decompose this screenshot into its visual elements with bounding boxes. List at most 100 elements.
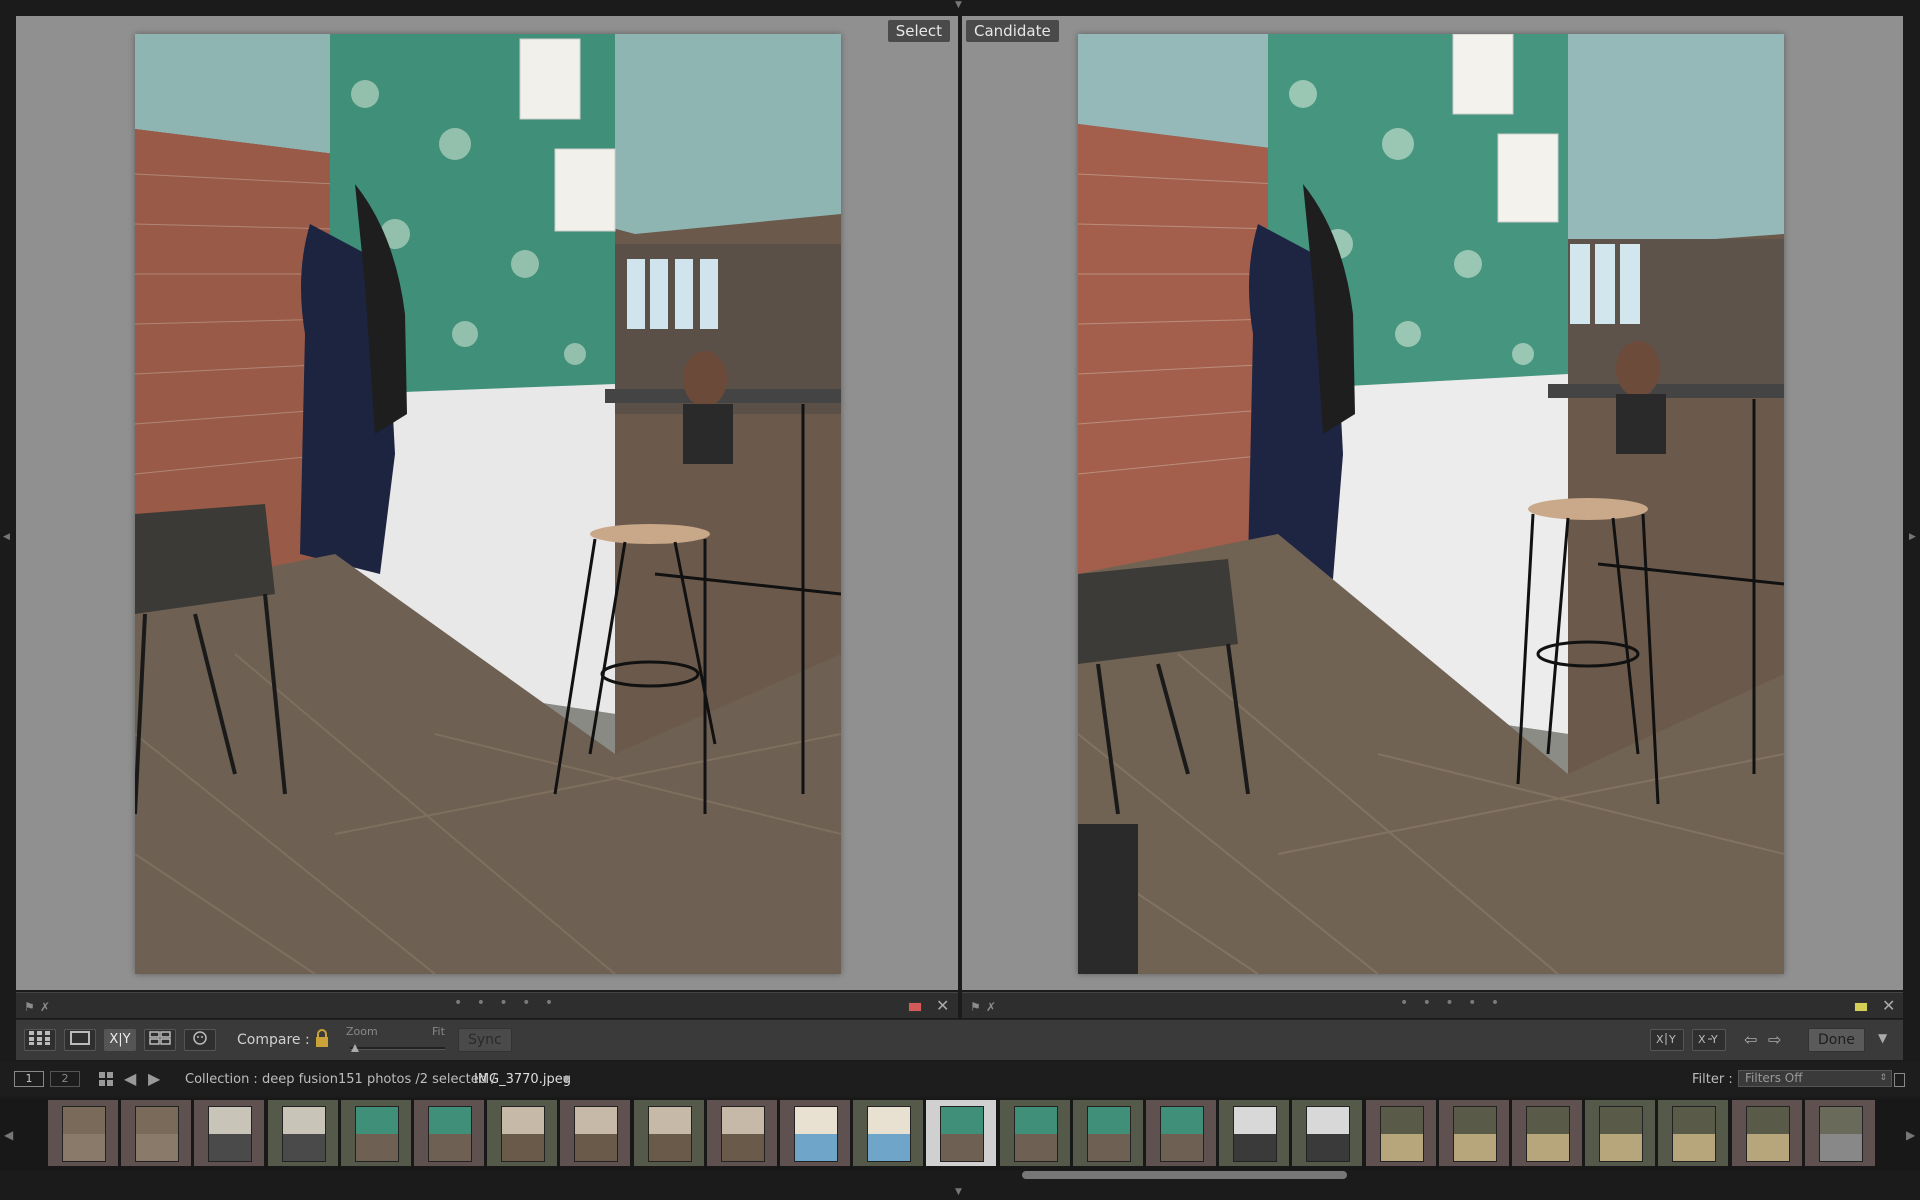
loupe-view-icon[interactable] <box>64 1029 96 1051</box>
filmstrip-thumbnail[interactable] <box>121 1100 192 1166</box>
filmstrip-thumbnail[interactable] <box>1219 1100 1290 1166</box>
thumbnail-image <box>867 1106 912 1162</box>
select-photo[interactable] <box>135 34 841 974</box>
filmstrip-thumbnail[interactable] <box>560 1100 631 1166</box>
bottom-panel-toggle-icon[interactable]: ▼ <box>955 1187 962 1197</box>
filmstrip-left-arrow-icon[interactable]: ◀ <box>4 1128 13 1142</box>
zoom-slider-track[interactable] <box>350 1047 445 1050</box>
thumbnail-image <box>1013 1106 1058 1162</box>
filmstrip-thumbnail[interactable] <box>414 1100 484 1166</box>
thumbnail-image <box>1233 1106 1278 1162</box>
thumbnail-image <box>1086 1106 1131 1162</box>
reject-flag-icon[interactable]: ✗ <box>40 1000 50 1014</box>
thumbnail-image <box>1672 1106 1717 1162</box>
zoom-slider-handle[interactable] <box>351 1044 359 1052</box>
thumbnail-image <box>1160 1106 1204 1162</box>
thumbnail-image <box>208 1106 253 1162</box>
reject-flag-icon[interactable]: ✗ <box>986 1000 996 1014</box>
rating-stars[interactable]: • • • • • <box>454 995 558 1011</box>
sync-button[interactable]: Sync <box>458 1028 512 1052</box>
flag-icon[interactable]: ⚑ <box>24 1000 35 1014</box>
filmstrip-thumbnail[interactable] <box>1804 1100 1875 1166</box>
grid-view-icon[interactable] <box>24 1029 56 1051</box>
thumbnail-image <box>1306 1106 1351 1162</box>
toolbar: X|Y Compare : Zoom Fit Sync XY XY ⇦ ⇨ Do… <box>16 1019 1903 1060</box>
previous-arrow-icon[interactable]: ⇦ <box>1744 1030 1757 1049</box>
color-label-red[interactable] <box>908 1002 922 1012</box>
thumbnail-image <box>354 1106 399 1162</box>
toolbar-menu-chevron-icon[interactable]: ▼ <box>1878 1031 1887 1045</box>
make-select-icon[interactable]: XY <box>1692 1029 1726 1051</box>
thumbnail-image <box>940 1106 985 1162</box>
filmstrip-thumbnail[interactable] <box>926 1100 997 1166</box>
current-filename[interactable]: IMG_3770.jpeg <box>474 1072 571 1087</box>
svg-text:X: X <box>1656 1033 1664 1046</box>
thumbnail-image <box>62 1106 106 1162</box>
filmstrip-thumbnail[interactable] <box>340 1100 411 1166</box>
left-panel-toggle-icon[interactable]: ◀ <box>3 532 10 542</box>
filmstrip-thumbnail[interactable] <box>48 1100 118 1166</box>
color-label-yellow[interactable] <box>1854 1002 1868 1012</box>
filmstrip-thumbnail[interactable] <box>1585 1100 1656 1166</box>
candidate-photo[interactable] <box>1078 34 1784 974</box>
forward-arrow-icon[interactable]: ▶ <box>148 1069 160 1088</box>
candidate-label: Candidate <box>966 20 1059 42</box>
filmstrip[interactable]: ◀ ▶ <box>0 1098 1920 1170</box>
filmstrip-thumbnail[interactable] <box>1438 1100 1509 1166</box>
svg-text:Y: Y <box>1668 1033 1676 1046</box>
filmstrip-header: 1 2 ◀ ▶ Collection : deep fusion 151 pho… <box>0 1062 1920 1096</box>
right-panel-toggle-icon[interactable]: ▶ <box>1909 532 1916 542</box>
page-2-button[interactable]: 2 <box>50 1071 80 1087</box>
filmstrip-thumbnail[interactable] <box>633 1100 704 1166</box>
back-arrow-icon[interactable]: ◀ <box>124 1069 136 1088</box>
filmstrip-right-arrow-icon[interactable]: ▶ <box>1906 1128 1915 1142</box>
filter-label: Filter : <box>1692 1072 1733 1087</box>
swap-icon[interactable]: XY <box>1650 1029 1684 1051</box>
filmstrip-thumbnail[interactable] <box>706 1100 777 1166</box>
close-candidate-button[interactable]: ✕ <box>1882 996 1895 1015</box>
filmstrip-thumbnail[interactable] <box>1731 1100 1802 1166</box>
filmstrip-thumbnail[interactable] <box>1146 1100 1216 1166</box>
filmstrip-scrollbar[interactable] <box>1022 1171 1347 1179</box>
rating-stars[interactable]: • • • • • <box>1400 995 1504 1011</box>
filmstrip-thumbnail[interactable] <box>1512 1100 1582 1166</box>
next-arrow-icon[interactable]: ⇨ <box>1768 1030 1781 1049</box>
select-pane[interactable]: Select <box>16 16 958 990</box>
filmstrip-thumbnail[interactable] <box>853 1100 924 1166</box>
thumbnail-image <box>1818 1106 1863 1162</box>
candidate-pane[interactable]: Candidate <box>962 16 1903 990</box>
filmstrip-thumbnail[interactable] <box>1072 1100 1143 1166</box>
svg-text:X: X <box>1698 1033 1706 1046</box>
filter-lock-icon[interactable] <box>1894 1073 1905 1087</box>
zoom-label: Zoom <box>346 1025 378 1038</box>
survey-view-icon[interactable] <box>144 1029 176 1051</box>
filmstrip-thumbnail[interactable] <box>1365 1100 1436 1166</box>
thumbnail-image <box>1379 1106 1424 1162</box>
selection-info: 151 photos /2 selected / <box>338 1072 496 1087</box>
thumbnail-image <box>574 1106 619 1162</box>
done-button[interactable]: Done <box>1808 1028 1865 1052</box>
filmstrip-thumbnail[interactable] <box>780 1100 850 1166</box>
thumbnail-image <box>1745 1106 1790 1162</box>
select-label: Select <box>887 20 950 42</box>
filmstrip-thumbnail[interactable] <box>487 1100 558 1166</box>
fit-label: Fit <box>432 1025 445 1038</box>
filter-select[interactable]: Filters Off ⇕ <box>1738 1070 1892 1087</box>
svg-text:Y: Y <box>1710 1033 1718 1046</box>
filmstrip-thumbnail[interactable] <box>999 1100 1070 1166</box>
page-1-button[interactable]: 1 <box>14 1071 44 1087</box>
filmstrip-thumbnail[interactable] <box>267 1100 338 1166</box>
compare-view-icon[interactable]: X|Y <box>104 1029 136 1051</box>
top-panel-toggle-icon[interactable]: ▼ <box>955 0 962 10</box>
people-view-icon[interactable] <box>184 1029 216 1051</box>
lock-icon[interactable] <box>314 1028 330 1054</box>
grid-icon[interactable] <box>98 1071 114 1091</box>
thumbnail-image <box>135 1106 180 1162</box>
filmstrip-thumbnail[interactable] <box>1658 1100 1729 1166</box>
filename-dropdown-icon[interactable]: ▼ <box>563 1075 570 1085</box>
filmstrip-thumbnail[interactable] <box>194 1100 265 1166</box>
flag-icon[interactable]: ⚑ <box>970 1000 981 1014</box>
filmstrip-thumbnail[interactable] <box>1292 1100 1363 1166</box>
close-select-button[interactable]: ✕ <box>936 996 949 1015</box>
thumbnail-image <box>1452 1106 1497 1162</box>
